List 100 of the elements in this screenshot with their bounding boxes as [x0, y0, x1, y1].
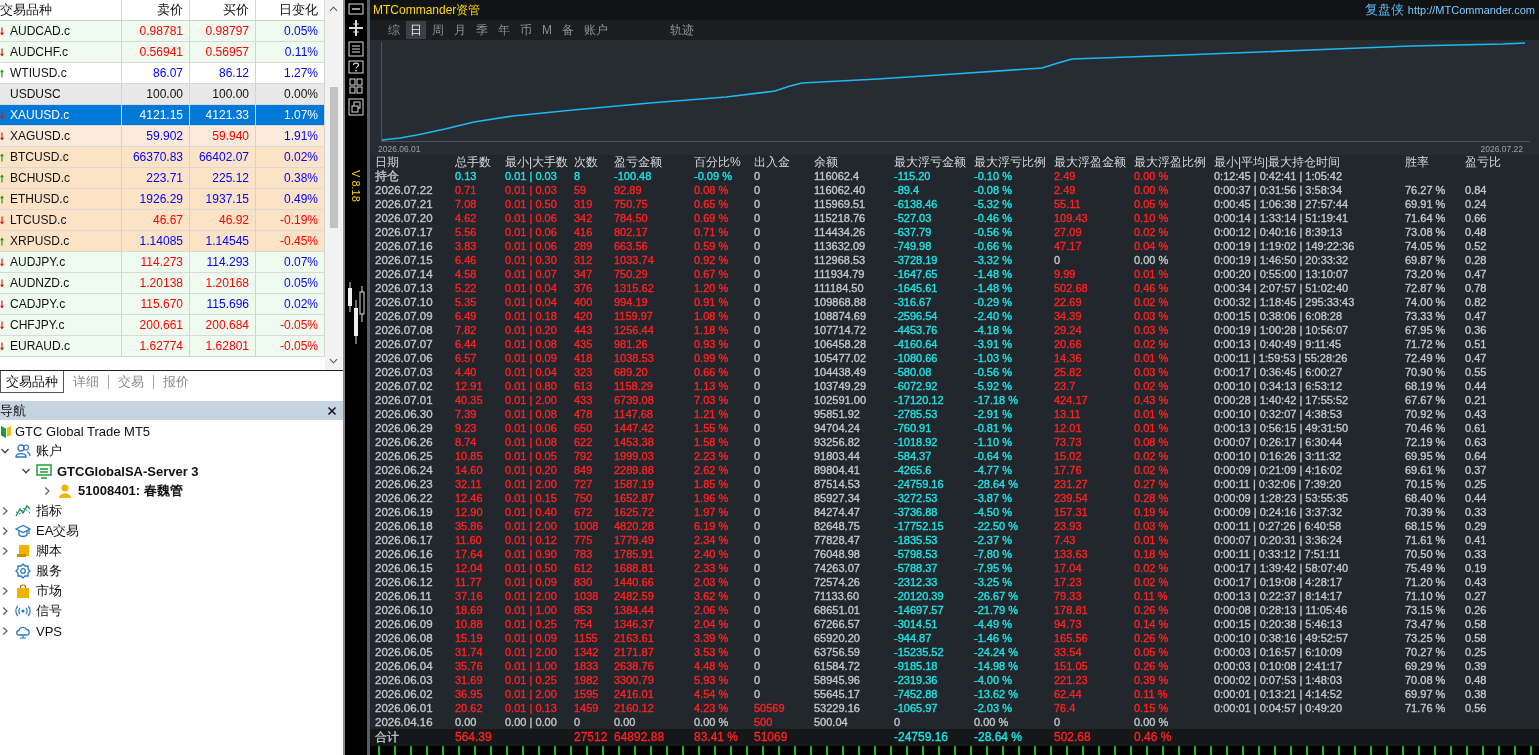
chevron-right-icon[interactable] [0, 626, 10, 636]
table-cell-text: 70.15 % [1405, 477, 1447, 491]
symbol-row[interactable]: BCHUSD.c 223.71 225.12 0.38% [0, 168, 325, 189]
tree-item[interactable]: EA交易 [36, 522, 80, 540]
tree-item[interactable]: 指标 [36, 502, 62, 520]
symbol-row[interactable]: AUDNZD.c 1.20138 1.20168 0.05% [0, 273, 325, 294]
table-cell-text: 0 [754, 519, 762, 533]
tab[interactable]: 交易 [109, 371, 153, 393]
table-cell-text: 165.56 [1054, 631, 1089, 645]
column-header[interactable]: 最大浮亏金额 [894, 155, 974, 169]
table-cell-text: 2026.07.14 [375, 267, 434, 281]
column-header[interactable]: 最大浮盈比例 [1134, 155, 1214, 169]
column-header[interactable]: 卖价 [122, 0, 190, 20]
symbol-row[interactable]: AUDJPY.c 114.273 114.293 0.07% [0, 252, 325, 273]
symbol-row[interactable]: LTCUSD.c 46.67 46.92 -0.19% [0, 210, 325, 231]
tree-item[interactable]: 脚本 [36, 542, 62, 560]
scrollbar-thumb[interactable] [329, 87, 338, 228]
website-link[interactable]: http://MTCommander.com [1407, 4, 1535, 16]
table-cell-text: 0.03 % [1134, 519, 1170, 533]
chevron-right-icon[interactable] [0, 546, 10, 556]
period-tab[interactable]: 季 [472, 21, 492, 39]
period-tab[interactable]: 年 [494, 21, 514, 39]
column-header[interactable]: 最大浮亏比例 [974, 155, 1054, 169]
period-tab[interactable]: 币 [516, 21, 536, 39]
minimize-icon[interactable] [348, 3, 364, 15]
period-tab[interactable]: 轨迹 [666, 21, 698, 39]
symbol-row[interactable]: XAGUSD.c 59.902 59.940 1.91% [0, 126, 325, 147]
symbol-row[interactable]: EURAUD.c 1.62774 1.62801 -0.05% [0, 336, 325, 357]
column-header[interactable]: 总手数 [455, 155, 505, 169]
scroll-up-icon[interactable] [329, 6, 338, 12]
table-cell-text: -28.64 % [974, 477, 1020, 491]
table-cell-text: -0.81 % [974, 421, 1013, 435]
column-header[interactable]: 最小|大手数 [505, 155, 574, 169]
tab[interactable]: 交易品种 [0, 371, 64, 393]
tree-item[interactable]: 服务 [36, 562, 62, 580]
restore-window-icon[interactable] [348, 98, 364, 116]
column-header[interactable]: 日期 [375, 155, 455, 169]
period-tab[interactable]: 备 [558, 21, 578, 39]
table-cell-text: 0.43 [1465, 407, 1488, 421]
column-header[interactable]: 余额 [814, 155, 894, 169]
period-tab[interactable]: 周 [428, 21, 448, 39]
column-header[interactable]: 胜率 [1405, 155, 1465, 169]
table-cell-text: 0.01 | 0.03 [505, 183, 558, 197]
tree-item[interactable]: 账户 [36, 442, 62, 460]
column-header[interactable]: 出入金 [754, 155, 814, 169]
help-icon[interactable] [348, 60, 364, 74]
tree-item[interactable]: 信号 [36, 602, 62, 620]
symbol-row[interactable]: BTCUSD.c 66370.83 66402.07 0.02% [0, 147, 325, 168]
symbol-row[interactable]: XAUUSD.c 4121.15 4121.33 1.07% [0, 105, 325, 126]
chevron-right-icon[interactable] [0, 526, 10, 536]
table-cell-text: 0 [754, 239, 762, 253]
table-cell-text: 2026.07.16 [375, 239, 434, 253]
symbol-row[interactable]: XRPUSD.c 1.14085 1.14545 -0.45% [0, 231, 325, 252]
table-cell-text: 0.02 % [1134, 463, 1170, 477]
table-cell-text: 0 [754, 337, 762, 351]
column-header[interactable]: 买价 [190, 0, 256, 20]
period-tab[interactable]: M [538, 21, 556, 39]
list-icon[interactable] [348, 41, 364, 57]
symbol-row[interactable]: WTIUSD.c 86.07 86.12 1.27% [0, 63, 325, 84]
period-tab[interactable]: 综 [384, 21, 404, 39]
tab[interactable]: 详细 [64, 371, 108, 393]
tree-item[interactable]: 51008401: 春魏管 [78, 482, 183, 500]
scrollbar[interactable] [325, 0, 342, 370]
column-header[interactable]: 盈亏金额 [614, 155, 694, 169]
tree-item[interactable]: 市场 [36, 582, 62, 600]
column-header[interactable]: 次数 [574, 155, 614, 169]
tree-item[interactable]: GTCGlobalSA-Server 3 [57, 463, 199, 479]
tab[interactable]: 报价 [154, 371, 198, 393]
symbol-name: BCHUSD.c [10, 170, 70, 187]
table-cell-text: 0.33 [1465, 505, 1488, 519]
chevron-down-icon[interactable] [0, 446, 10, 456]
table-cell-text: 1625.72 [614, 505, 655, 519]
table-cell-text: 0.01 | 0.03 [505, 169, 558, 183]
column-header[interactable]: 最大浮盈金额 [1054, 155, 1134, 169]
chevron-right-icon[interactable] [0, 606, 10, 616]
chevron-right-icon[interactable] [0, 586, 10, 596]
period-tab[interactable]: 月 [450, 21, 470, 39]
chevron-down-icon[interactable] [21, 466, 31, 476]
symbol-row[interactable]: USDUSC 100.00 100.00 0.00% [0, 84, 325, 105]
column-header[interactable]: 百分比% [694, 155, 754, 169]
symbol-row[interactable]: ETHUSD.c 1926.29 1937.15 0.49% [0, 189, 325, 210]
symbol-row[interactable]: CHFJPY.c 200.661 200.684 -0.05% [0, 315, 325, 336]
column-header[interactable]: 盈亏比 [1465, 155, 1539, 169]
symbol-row[interactable]: AUDCHF.c 0.56941 0.56957 0.11% [0, 42, 325, 63]
table-cell-text: 2026.06.03 [375, 673, 434, 687]
period-tab[interactable]: 账户 [580, 21, 612, 39]
column-header[interactable]: 交易品种 [0, 0, 122, 20]
chevron-right-icon[interactable] [0, 506, 10, 516]
scroll-down-icon[interactable] [329, 358, 338, 364]
grid-icon[interactable] [348, 77, 364, 95]
chevron-right-icon[interactable] [42, 486, 52, 496]
table-cell-text: 0.19 [1465, 561, 1488, 575]
symbol-row[interactable]: AUDCAD.c 0.98781 0.98797 0.05% [0, 21, 325, 42]
tree-item[interactable]: GTC Global Trade MT5 [15, 423, 151, 439]
column-header[interactable]: 最小|平均|最大持仓时间 [1214, 155, 1405, 169]
tree-item[interactable]: VPS [36, 623, 62, 639]
close-icon[interactable] [327, 405, 337, 416]
symbol-row[interactable]: CADJPY.c 115.670 115.696 0.02% [0, 294, 325, 315]
period-tab[interactable]: 日 [406, 21, 426, 39]
crosshair-icon[interactable] [348, 18, 364, 38]
